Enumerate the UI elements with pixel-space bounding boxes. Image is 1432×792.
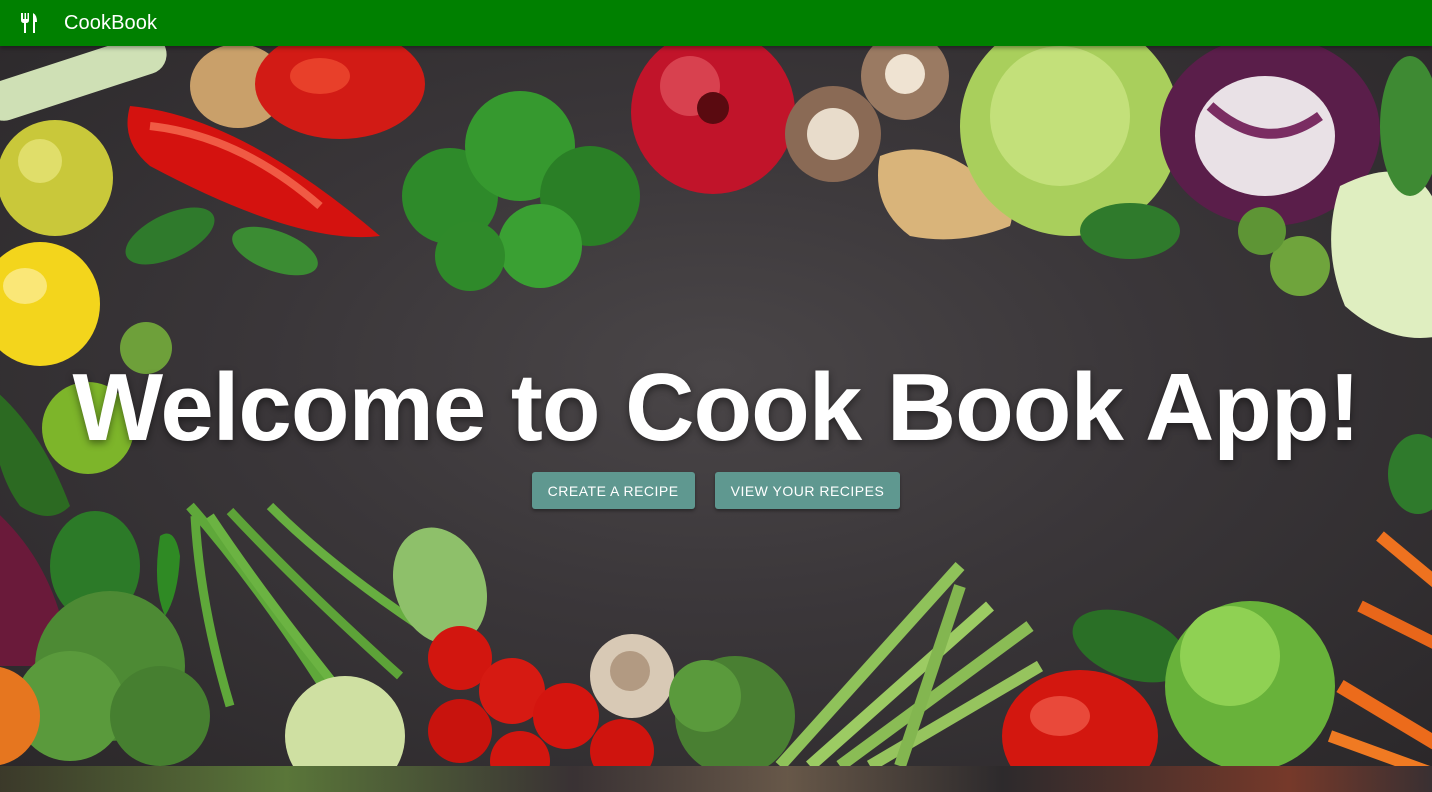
view-recipes-button[interactable]: VIEW YOUR RECIPES [714,472,901,509]
restaurant-icon[interactable] [18,12,40,34]
background-image-overflow [0,766,1432,792]
hero-title: Welcome to Cook Book App! [72,354,1360,461]
hero-actions: CREATE A RECIPE VIEW YOUR RECIPES [0,472,1432,509]
hero-banner: Welcome to Cook Book App! CREATE A RECIP… [0,46,1432,766]
create-recipe-button[interactable]: CREATE A RECIPE [531,472,695,509]
app-brand[interactable]: CookBook [64,12,157,35]
app-bar: CookBook [0,0,1432,46]
